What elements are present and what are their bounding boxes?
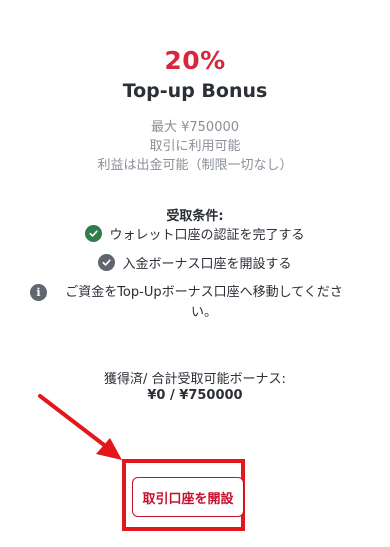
conditions-heading: 受取条件: (166, 209, 224, 224)
bonus-title: Top-up Bonus (122, 80, 268, 102)
transfer-note-text: ご資金をTop-Upボーナス口座へ移動してください。 (65, 285, 343, 320)
arrow-icon (38, 394, 122, 460)
condition-label: 入金ボーナス口座を開設する (122, 257, 292, 272)
bonus-info-withdraw: 利益は出金可能（制限一切なし） (97, 158, 293, 173)
info-icon: i (30, 284, 47, 301)
condition-item-open-bonus: 入金ボーナス口座を開設する (0, 253, 390, 272)
bonus-percent: 20% (164, 46, 226, 75)
check-circle-icon (85, 225, 103, 242)
bonus-info-trading: 取引に利用可能 (149, 139, 241, 154)
condition-label: ウォレット口座の認証を完了する (109, 228, 305, 243)
check-circle-icon (98, 254, 116, 271)
bonus-info-list: 最大 ¥750000 取引に利用可能 利益は出金可能（制限一切なし） (0, 118, 390, 175)
open-trading-account-button[interactable]: 取引口座を開設 (132, 477, 244, 517)
bonus-info-max: 最大 ¥750000 (150, 120, 240, 135)
transfer-note: i ご資金をTop-Upボーナス口座へ移動してください。 (30, 283, 360, 323)
earned-bonus-label: 獲得済/ 合計受取可能ボーナス: (104, 372, 286, 387)
condition-item-verify: ウォレット口座の認証を完了する (0, 224, 390, 243)
bonus-card: 20% Top-up Bonus 最大 ¥750000 取引に利用可能 利益は出… (0, 0, 390, 547)
